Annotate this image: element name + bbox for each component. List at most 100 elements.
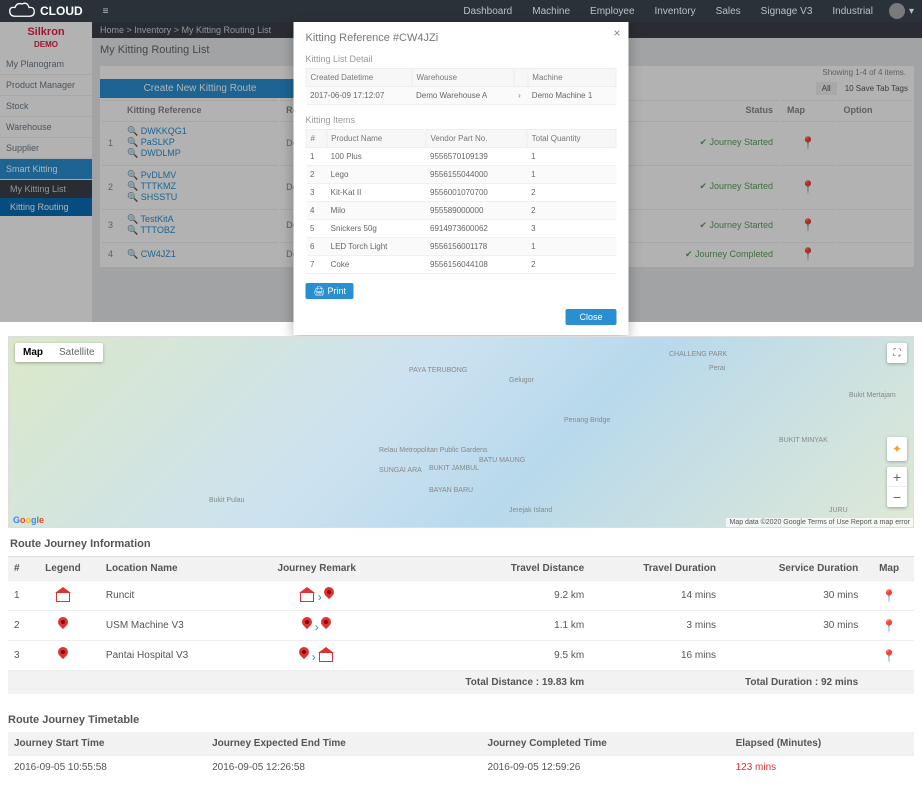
pin-icon: [299, 647, 309, 661]
total-dur: Total Duration : 92 mins: [590, 671, 864, 695]
fullscreen-icon[interactable]: ⛶: [887, 343, 907, 363]
nav-inventory[interactable]: Inventory: [645, 6, 706, 17]
modal-title: Kitting Reference #CW4JZi: [294, 22, 629, 50]
journey-table: # Legend Location Name Journey Remark Tr…: [8, 556, 914, 694]
item-row: 4Milo9555890000002: [306, 202, 616, 220]
showing-text: Showing 1-4 of 4 items.: [822, 68, 906, 77]
map-label: BATU MAUNG: [479, 457, 525, 464]
side-product-manager[interactable]: Product Manager: [0, 75, 92, 96]
cloud-icon: [8, 2, 36, 20]
tt-c0: Journey Start Time: [8, 732, 206, 756]
all-button[interactable]: All: [816, 82, 837, 95]
tt-c2: Journey Completed Time: [482, 732, 730, 756]
zoom-in-button[interactable]: +: [887, 467, 907, 487]
map-type-satellite[interactable]: Satellite: [51, 343, 103, 362]
nav-sales[interactable]: Sales: [706, 6, 751, 17]
house-icon: [299, 587, 315, 601]
side-supplier[interactable]: Supplier: [0, 138, 92, 159]
map[interactable]: PAYA TERUBONGGelugorSUNGAI ARABUKIT JAMB…: [8, 336, 914, 528]
topbar: CLOUD ≡ Dashboard Machine Employee Inven…: [0, 0, 922, 22]
map-label: Penang Bridge: [564, 417, 610, 424]
arrow-icon: ›: [312, 650, 316, 664]
tag-label: 10 Save Tab Tags: [839, 82, 914, 95]
item-row: 6LED Torch Light95561560011781: [306, 238, 616, 256]
create-route-button[interactable]: Create New Kitting Route: [100, 79, 300, 98]
side-sub-my-kitting[interactable]: My Kitting List: [0, 180, 92, 198]
side-sub-kitting-routing[interactable]: Kitting Routing: [0, 198, 92, 216]
zoom-out-button[interactable]: −: [887, 487, 907, 507]
brand-sub: DEMO: [34, 40, 58, 49]
nav-dashboard[interactable]: Dashboard: [453, 6, 522, 17]
side-stock[interactable]: Stock: [0, 96, 92, 117]
pin-icon: [324, 587, 334, 601]
map-label: BAYAN BARU: [429, 487, 473, 494]
journey-row: 3Pantai Hospital V3 › 9.5 km16 mins📍: [8, 641, 914, 671]
total-dist: Total Distance : 19.83 km: [387, 671, 590, 695]
pegman-icon[interactable]: ✦: [887, 437, 907, 461]
nav-machine[interactable]: Machine: [522, 6, 580, 17]
journey-title: Route Journey Information: [0, 532, 922, 556]
jc-remark: Journey Remark: [246, 557, 386, 581]
modal-overlay: Silkron DEMO My Planogram Product Manage…: [0, 22, 922, 322]
dh-created: Created Datetime: [306, 69, 412, 87]
map-label: BUKIT MINYAK: [779, 437, 828, 444]
side-my-planogram[interactable]: My Planogram: [0, 54, 92, 75]
detail-warehouse: Demo Warehouse A: [412, 87, 514, 105]
avatar[interactable]: [889, 3, 905, 19]
map-label: Jerejak Island: [509, 507, 552, 514]
timetable-title: Route Journey Timetable: [8, 708, 914, 732]
print-label: Print: [327, 286, 346, 296]
detail-table: Created Datetime Warehouse Machine 2017-…: [306, 68, 617, 105]
tt-expected: 2016-09-05 12:26:58: [206, 756, 481, 780]
nav-caret-icon[interactable]: ▾: [909, 6, 914, 17]
jc-svc: Service Duration: [722, 557, 864, 581]
close-icon[interactable]: ×: [613, 26, 620, 40]
logo: CLOUD: [8, 2, 83, 20]
col-ref: Kitting Reference: [121, 100, 278, 119]
col-map: Map: [781, 100, 835, 119]
pin-icon: [321, 617, 331, 631]
close-button[interactable]: Close: [565, 309, 616, 325]
map-label: Perai: [709, 365, 725, 372]
map-label: Gelugor: [509, 377, 534, 384]
map-pin-button[interactable]: 📍: [882, 649, 897, 663]
kitting-modal: × Kitting Reference #CW4JZi Kitting List…: [294, 22, 629, 335]
house-icon: [55, 587, 71, 601]
map-label: Bukit Pulau: [209, 497, 244, 504]
section-items: Kitting Items: [294, 111, 629, 129]
map-label: BUKIT JAMBUL: [429, 465, 479, 472]
jc-legend: Legend: [26, 557, 100, 581]
map-label: CHALLENG PARK: [669, 351, 727, 358]
zoom-control: + −: [887, 467, 907, 507]
timetable-row: 2016-09-05 10:55:58 2016-09-05 12:26:58 …: [8, 756, 914, 780]
jc-dur: Travel Duration: [590, 557, 722, 581]
arrow-icon: ›: [318, 590, 322, 604]
timetable-section: Route Journey Timetable Journey Start Ti…: [8, 708, 914, 779]
sidebar: Silkron DEMO My Planogram Product Manage…: [0, 22, 92, 322]
nav-employee[interactable]: Employee: [580, 6, 644, 17]
tt-start: 2016-09-05 10:55:58: [8, 756, 206, 780]
detail-created: 2017-06-09 17:12:07: [306, 87, 412, 105]
map-label: SUNGAI ARA: [379, 467, 422, 474]
map-pin-button[interactable]: 📍: [882, 619, 897, 633]
map-type-control: Map Satellite: [15, 343, 103, 362]
item-row: 2Lego95561550440001: [306, 166, 616, 184]
hamburger-icon[interactable]: ≡: [103, 6, 109, 17]
nav-signage[interactable]: Signage V3: [751, 6, 823, 17]
brand: Silkron DEMO: [0, 22, 92, 54]
ih-qty: Total Quantity: [527, 130, 616, 148]
item-row: 5Snickers 50g69149736000623: [306, 220, 616, 238]
map-label: Bukit Mertajam: [849, 392, 896, 399]
journey-row: 1Runcit › 9.2 km14 mins30 mins📍: [8, 581, 914, 611]
map-type-map[interactable]: Map: [15, 343, 51, 362]
pin-icon: [58, 647, 68, 661]
print-button[interactable]: 🖨 Print: [306, 283, 354, 299]
google-logo: Google: [13, 515, 44, 525]
item-row: 7Coke95561560441082: [306, 256, 616, 274]
nav-industrial[interactable]: Industrial: [822, 6, 883, 17]
side-warehouse[interactable]: Warehouse: [0, 117, 92, 138]
side-smart-kitting[interactable]: Smart Kitting: [0, 159, 92, 180]
map-pin-button[interactable]: 📍: [882, 589, 897, 603]
logo-text: CLOUD: [40, 4, 83, 18]
pin-icon: [58, 617, 68, 631]
